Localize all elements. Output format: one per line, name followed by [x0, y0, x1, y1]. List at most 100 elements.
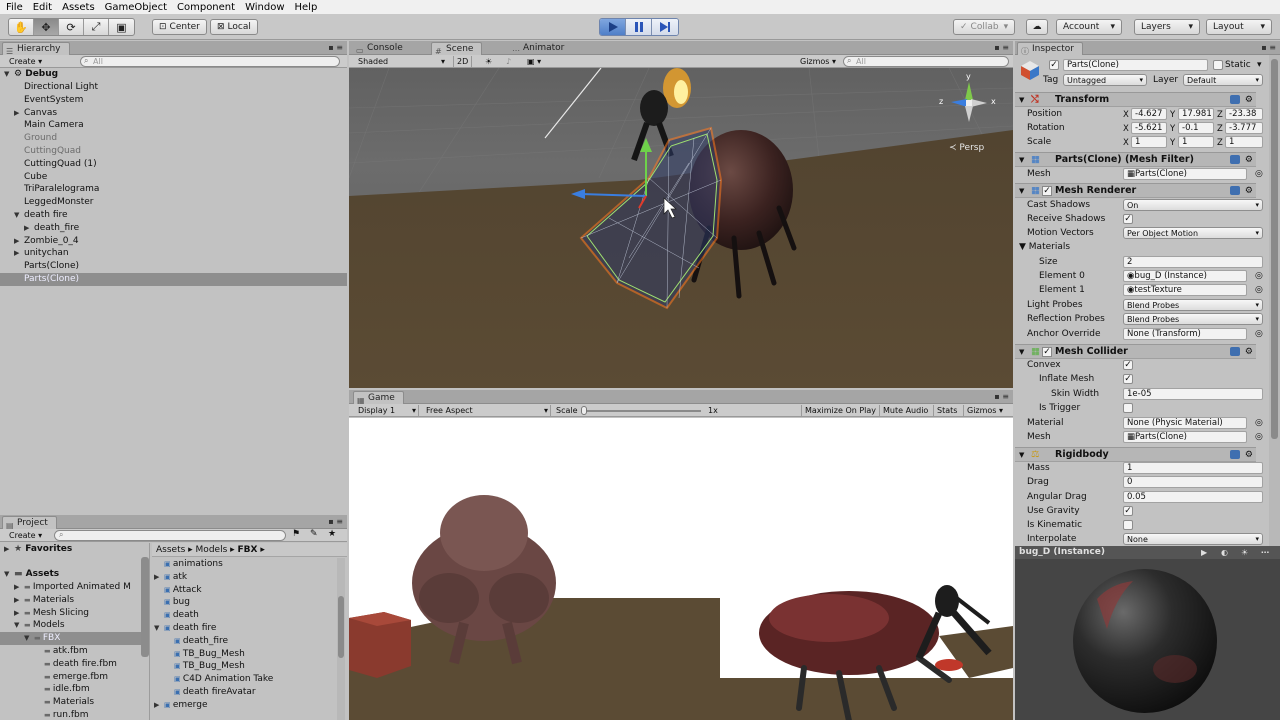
hierarchy-item[interactable]: CuttingQuad	[0, 145, 347, 158]
gear-icon[interactable]: ⚙	[1245, 448, 1253, 462]
toggle-2d-button[interactable]: 2D	[453, 56, 473, 67]
game-viewport[interactable]	[349, 418, 1013, 720]
project-asset-item[interactable]: ▼ ▣ death fire	[152, 622, 337, 635]
mesh-collider-header[interactable]: ▼ ▦ ✓ Mesh Collider ⚙	[1015, 344, 1256, 359]
help-icon[interactable]	[1230, 186, 1240, 195]
aspect-dropdown[interactable]: Free Aspect ▾	[423, 405, 551, 416]
scale-y-field[interactable]: 1	[1178, 136, 1214, 148]
space-toggle-button[interactable]: ⊠ Local	[210, 19, 258, 35]
project-folder-item[interactable]: ▶ ▬ Imported Animated M	[0, 581, 142, 594]
project-asset-item[interactable]: ▣ TB_Bug_Mesh	[152, 660, 337, 673]
scale-z-field[interactable]: 1	[1225, 136, 1263, 148]
project-folder-item[interactable]: ▬ emerge.fbm	[0, 671, 142, 684]
hierarchy-item[interactable]: TriParalelograma	[0, 183, 347, 196]
collab-button[interactable]: ✓ Collab ▾	[953, 19, 1015, 35]
receive-shadows-checkbox[interactable]: ✓	[1123, 214, 1133, 224]
gear-icon[interactable]: ⚙	[1245, 93, 1253, 107]
motion-vectors-dropdown[interactable]: Per Object Motion	[1123, 227, 1263, 239]
preview-play-icon[interactable]: ▶	[1201, 546, 1207, 559]
object-picker-icon[interactable]: ◎	[1255, 430, 1263, 444]
scale-x-field[interactable]: 1	[1131, 136, 1167, 148]
preview-menu-icon[interactable]: ⋯	[1261, 546, 1269, 559]
active-checkbox[interactable]: ✓	[1049, 60, 1059, 70]
expand-arrow-icon[interactable]: ▼	[4, 68, 14, 81]
gear-icon[interactable]: ⚙	[1245, 184, 1253, 198]
tag-dropdown[interactable]: Untagged	[1063, 74, 1147, 86]
projection-toggle[interactable]: ≺ Persp	[949, 143, 984, 153]
expand-arrow-icon[interactable]: ▶	[14, 607, 24, 620]
object-name-field[interactable]: Parts(Clone)	[1063, 59, 1208, 71]
hierarchy-item[interactable]: ▶ death_fire	[0, 222, 347, 235]
project-asset-item[interactable]: ▣ C4D Animation Take	[152, 673, 337, 686]
mass-field[interactable]: 1	[1123, 462, 1263, 474]
tab-console[interactable]: ▭ Console	[353, 42, 411, 55]
project-create-button[interactable]: Create ▾	[6, 530, 45, 541]
project-asset-item[interactable]: ▶ ▣ emerge	[152, 699, 337, 712]
scale-slider-track[interactable]	[583, 410, 701, 412]
static-checkbox[interactable]	[1213, 60, 1223, 70]
scene-viewport[interactable]: y z x ≺ Persp	[349, 68, 1013, 388]
drag-field[interactable]: 0	[1123, 476, 1263, 488]
hierarchy-item[interactable]: Directional Light	[0, 81, 347, 94]
hand-tool-icon[interactable]: ✋	[9, 19, 34, 35]
project-folder-item[interactable]: ▬ atk.fbm	[0, 645, 142, 658]
filter-label-icon[interactable]: ✎	[310, 529, 318, 539]
tab-hierarchy[interactable]: ☰ Hierarchy	[2, 42, 70, 56]
skin-width-field[interactable]: 1e-05	[1123, 388, 1263, 400]
hierarchy-search-input[interactable]: All	[80, 56, 340, 67]
gear-icon[interactable]: ⚙	[1245, 345, 1253, 359]
maximize-on-play-button[interactable]: Maximize On Play	[801, 405, 879, 416]
rotation-z-field[interactable]: -3.777	[1225, 122, 1263, 134]
breadcrumb-assets[interactable]: Assets	[156, 545, 185, 555]
project-folder-item[interactable]: ▶ ▬ Mesh Slicing	[0, 607, 142, 620]
audio-toggle-icon[interactable]: ♪	[503, 56, 514, 67]
object-picker-icon[interactable]: ◎	[1255, 269, 1263, 283]
project-folder-item[interactable]: ▬ Materials	[0, 696, 142, 709]
materials-foldout[interactable]: ▼ Materials	[1019, 240, 1070, 254]
project-folder-item[interactable]: ▬ run.fbm	[0, 709, 142, 720]
project-asset-item[interactable]: ▣ death fireAvatar	[152, 686, 337, 699]
object-picker-icon[interactable]: ◎	[1255, 167, 1263, 181]
expand-arrow-icon[interactable]: ▶	[14, 581, 24, 594]
transform-header[interactable]: ▼ ⤭ Transform ⚙	[1015, 92, 1256, 107]
panel-menu-icon[interactable]: ▪ ≡	[994, 392, 1009, 401]
effects-dropdown-icon[interactable]: ▣ ▾	[524, 56, 544, 67]
pivot-toggle-button[interactable]: ⊡ Center	[152, 19, 207, 35]
gizmos-dropdown[interactable]: Gizmos ▾	[797, 56, 839, 67]
mesh-filter-header[interactable]: ▼ ▦ Parts(Clone) (Mesh Filter) ⚙	[1015, 152, 1256, 167]
project-folder-item[interactable]: ▼ ▬ FBX	[0, 632, 142, 646]
lighting-toggle-icon[interactable]: ☀	[482, 56, 495, 67]
project-folder-item[interactable]: ▬ idle.fbm	[0, 683, 142, 696]
pause-button[interactable]	[626, 19, 652, 35]
expand-arrow-icon[interactable]: ▶	[14, 594, 24, 607]
orientation-gizmo[interactable]: y z x	[929, 72, 1001, 134]
menu-file[interactable]: File	[2, 2, 29, 13]
static-dropdown-icon[interactable]: ▾	[1257, 58, 1262, 72]
favorites-row[interactable]: ▶ ★ Favorites	[4, 543, 72, 556]
mesh-collider-enabled-checkbox[interactable]: ✓	[1042, 347, 1052, 357]
position-x-field[interactable]: -4.627	[1131, 108, 1167, 120]
expand-arrow-icon[interactable]: ▼	[24, 632, 34, 645]
project-asset-item[interactable]: ▣ Attack	[152, 584, 337, 597]
layout-dropdown[interactable]: Layout ▾	[1206, 19, 1272, 35]
object-picker-icon[interactable]: ◎	[1255, 283, 1263, 297]
account-dropdown[interactable]: Account ▾	[1056, 19, 1122, 35]
use-gravity-checkbox[interactable]: ✓	[1123, 506, 1133, 516]
play-button[interactable]	[600, 19, 626, 35]
scene-search-input[interactable]: All	[843, 56, 1009, 67]
preview-sphere-icon[interactable]: ◐	[1221, 546, 1228, 559]
hierarchy-item[interactable]: ▶ unitychan	[0, 247, 347, 260]
panel-menu-icon[interactable]: ▪ ≡	[328, 517, 343, 526]
tab-game[interactable]: ▦ Game	[353, 391, 404, 405]
element1-field[interactable]: ◉testTexture	[1123, 284, 1247, 296]
scale-slider-thumb[interactable]	[581, 406, 587, 415]
rect-tool-icon[interactable]: ▣	[109, 19, 134, 35]
inspector-scrollbar[interactable]	[1269, 55, 1280, 546]
scene-root[interactable]: ▼ ⚙ Debug	[4, 68, 58, 81]
move-tool-icon[interactable]: ✥	[34, 19, 59, 35]
assets-root-row[interactable]: ▼ ▬ Assets	[4, 568, 59, 581]
project-asset-item[interactable]: ▣ death_fire	[152, 635, 337, 648]
project-search-input[interactable]	[54, 530, 286, 541]
hierarchy-item[interactable]: Parts(Clone)	[0, 273, 347, 286]
collider-material-field[interactable]: None (Physic Material)	[1123, 417, 1247, 429]
